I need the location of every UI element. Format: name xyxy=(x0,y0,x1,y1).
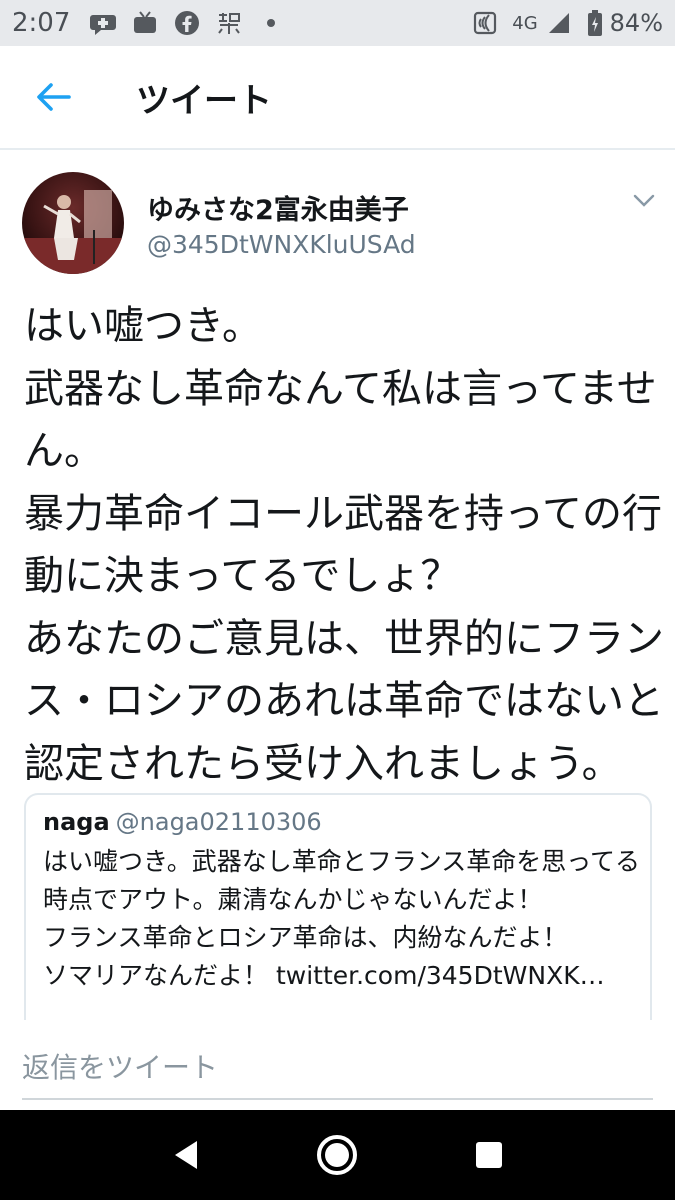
avatar[interactable] xyxy=(22,172,124,274)
battery-percent: 84% xyxy=(609,9,663,37)
quote-header: naga @naga02110306 xyxy=(43,808,322,836)
nav-home-button[interactable] xyxy=(302,1120,372,1190)
quote-text: はい嘘つき。武器なし革命とフランス革命を思ってる時点でアウト。粛清なんかじゃない… xyxy=(43,847,641,990)
status-time: 2:07 xyxy=(12,8,71,38)
status-right: 4G 84% xyxy=(470,8,663,38)
display-name[interactable]: ゆみさな2富永由美子 xyxy=(147,188,409,227)
back-button[interactable] xyxy=(18,62,88,132)
tv-icon xyxy=(130,8,160,38)
reply-input[interactable] xyxy=(22,1046,653,1100)
quoted-tweet[interactable]: naga @naga02110306 はい嘘つき。武器なし革命とフランス革命を思っ… xyxy=(24,793,652,1033)
triangle-back-icon xyxy=(174,1141,197,1169)
screen: 2:07 4G 84% ツイート ゆみさな2富永由美子 @345DtWNXKlu… xyxy=(0,0,675,1200)
nav-recents-button[interactable] xyxy=(454,1120,524,1190)
nfc-icon xyxy=(470,8,500,38)
nav-back-button[interactable] xyxy=(151,1120,221,1190)
square-recents-icon xyxy=(476,1142,503,1168)
kanji-notification-icon xyxy=(214,8,244,38)
dot-icon xyxy=(256,8,286,38)
chevron-down-icon xyxy=(633,194,655,207)
battery-icon xyxy=(586,8,604,38)
quote-author-name: naga xyxy=(43,808,110,836)
network-type: 4G xyxy=(512,12,538,34)
signal-icon xyxy=(544,8,574,38)
quote-author-handle: @naga02110306 xyxy=(115,808,322,836)
tweet-options-button[interactable] xyxy=(628,188,660,214)
navigation-bar xyxy=(0,1110,675,1200)
facebook-icon xyxy=(172,8,202,38)
status-bar: 2:07 4G 84% xyxy=(0,0,675,46)
chat-bubble-icon xyxy=(88,8,118,38)
user-handle[interactable]: @345DtWNXKluUSAd xyxy=(147,230,416,259)
home-circle-icon xyxy=(317,1135,358,1175)
tweet: ゆみさな2富永由美子 @345DtWNXKluUSAd はい嘘つき。 武器なし革… xyxy=(0,150,675,1033)
app-header: ツイート xyxy=(0,46,675,150)
arrow-left-icon xyxy=(37,83,71,111)
reply-bar xyxy=(0,1020,675,1110)
page-title: ツイート xyxy=(136,80,272,121)
tweet-text: はい嘘つき。 武器なし革命なんて私は言ってません。 暴力革命イコール武器を持って… xyxy=(24,303,664,787)
tweet-header: ゆみさな2富永由美子 @345DtWNXKluUSAd xyxy=(0,150,675,280)
